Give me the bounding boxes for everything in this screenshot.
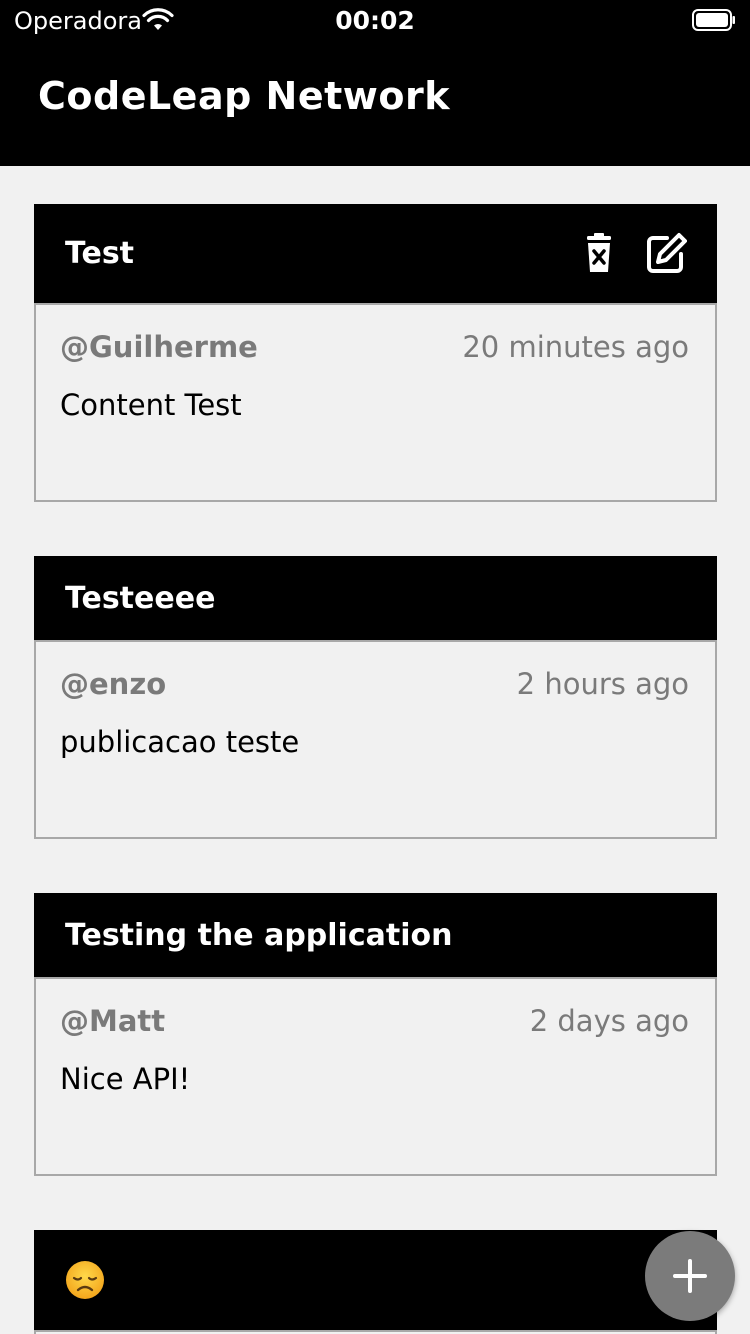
battery-icon [692,9,735,31]
post-header [34,1230,717,1330]
post-card: Testeeee @enzo 2 hours ago publicacao te… [34,556,717,839]
post-content: Content Test [60,388,242,422]
post-card: Test @Guilherme 20 minutes ago Content T… [34,204,717,502]
post-feed[interactable]: Test @Guilherme 20 minutes ago Content T… [0,166,750,1334]
post-header: Test [34,204,717,303]
post-card: Testing the application @Matt 2 days ago… [34,893,717,1176]
post-header: Testing the application [34,893,717,977]
add-post-button[interactable] [645,1231,735,1321]
post-username: @Guilherme [60,330,258,364]
post-timestamp: 2 hours ago [516,667,689,701]
status-bar: Operadora 00:02 [0,0,750,40]
post-timestamp: 20 minutes ago [462,330,689,364]
post-card [34,1230,717,1334]
plus-icon [673,1259,707,1293]
post-timestamp: 2 days ago [529,1004,689,1038]
post-header: Testeeee [34,556,717,640]
post-username: @enzo [60,667,167,701]
post-body: @Guilherme 20 minutes ago Content Test [34,303,717,502]
post-content: Nice API! [60,1062,191,1096]
post-actions [578,232,687,274]
trash-icon[interactable] [578,232,620,274]
clock: 00:02 [335,6,415,35]
post-title: Testing the application [65,917,453,953]
post-username: @Matt [60,1004,166,1038]
app-header: CodeLeap Network [0,40,750,166]
edit-icon[interactable] [645,232,687,274]
post-body [34,1330,717,1334]
post-content: publicacao teste [60,725,300,759]
disappointed-face-emoji [66,1261,104,1299]
post-body: @Matt 2 days ago Nice API! [34,977,717,1176]
screen: Operadora 00:02 CodeLeap Network Test @G… [0,0,750,1334]
post-title: Test [65,236,135,271]
app-title: CodeLeap Network [38,74,450,118]
post-body: @enzo 2 hours ago publicacao teste [34,640,717,839]
post-title: Testeeee [65,580,216,616]
